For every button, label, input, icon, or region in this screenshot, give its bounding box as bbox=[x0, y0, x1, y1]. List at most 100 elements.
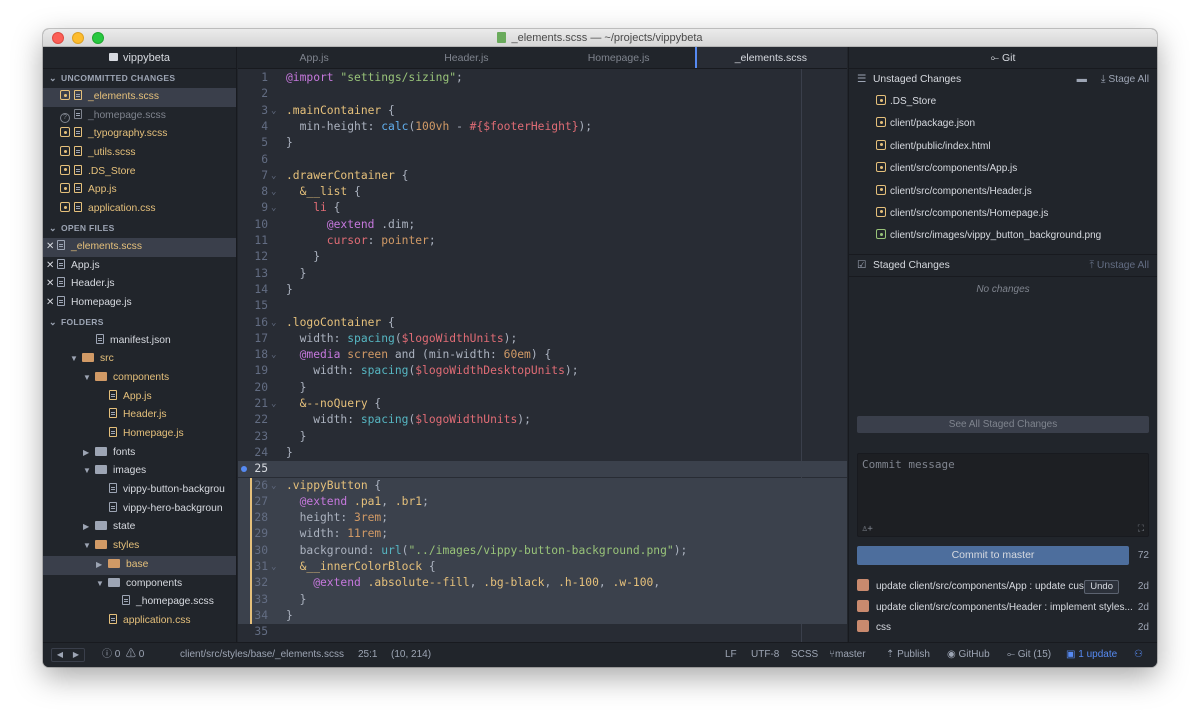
line-ending[interactable]: LF bbox=[725, 643, 737, 667]
see-all-staged-button[interactable]: See All Staged Changes bbox=[857, 416, 1149, 433]
close-icon[interactable]: ✕ bbox=[43, 257, 57, 276]
unstaged-file[interactable]: client/src/components/App.js bbox=[849, 158, 1157, 180]
chevron-down-icon: ▼ bbox=[83, 466, 91, 476]
uncommitted-file[interactable]: _elements.scss bbox=[43, 88, 236, 107]
tree-file[interactable]: manifest.json bbox=[43, 332, 236, 351]
teletype-icon[interactable]: ⚇ bbox=[1134, 643, 1143, 667]
close-icon[interactable]: ✕ bbox=[43, 238, 57, 257]
open-file[interactable]: ✕ _elements.scss bbox=[43, 237, 236, 257]
open-file[interactable]: ✕ Homepage.js bbox=[43, 294, 236, 313]
tree-folder[interactable]: ▼ src bbox=[43, 350, 236, 369]
close-icon[interactable]: ✕ bbox=[43, 294, 57, 313]
tab-homepage-js[interactable]: Homepage.js bbox=[543, 47, 695, 68]
undo-button[interactable]: Undo bbox=[1084, 580, 1119, 594]
code-text: } bbox=[286, 135, 293, 151]
tree-folder[interactable]: ▼ components bbox=[43, 369, 236, 388]
recent-commit[interactable]: update client/src/components/App : updat… bbox=[857, 577, 1149, 597]
unstage-all-button[interactable]: ⤒ Unstage All bbox=[1089, 255, 1149, 277]
commit-time: 2d bbox=[1137, 622, 1149, 633]
file-name: Homepage.js bbox=[71, 296, 132, 308]
zoom-window-button[interactable] bbox=[92, 32, 104, 44]
project-header[interactable]: vippybeta bbox=[43, 47, 236, 69]
recent-commit[interactable]: css 2d bbox=[857, 618, 1149, 638]
fold-chevron-icon[interactable]: ⌄ bbox=[271, 315, 276, 331]
nav-arrows[interactable]: ◀ ▶ bbox=[51, 648, 85, 662]
github-button[interactable]: ◉ GitHub bbox=[947, 643, 990, 667]
item-name: vippy-hero-backgroun bbox=[123, 502, 223, 514]
unstaged-file[interactable]: client/src/components/Header.js bbox=[849, 181, 1157, 203]
commit-message-input[interactable]: Commit message ♙+ ⛶ bbox=[857, 453, 1149, 537]
unstaged-file[interactable]: client/package.json bbox=[849, 113, 1157, 135]
list-icon: ☰ bbox=[857, 74, 867, 85]
unstaged-file[interactable]: client/src/components/Homepage.js bbox=[849, 203, 1157, 225]
tree-folder[interactable]: ▼ styles bbox=[43, 537, 236, 556]
close-icon[interactable]: ✕ bbox=[43, 275, 57, 294]
token: : bbox=[367, 234, 382, 247]
git-icon: ⟜ bbox=[990, 52, 1002, 64]
tab-app-js[interactable]: App.js bbox=[238, 47, 390, 68]
uncommitted-file[interactable]: _utils.scss bbox=[43, 144, 236, 163]
code-editor[interactable]: 1 @import "settings/sizing"; 2 3 ⌄ .mainConta… bbox=[238, 69, 847, 642]
tree-file[interactable]: Homepage.js bbox=[43, 425, 236, 444]
fold-chevron-icon[interactable]: ⌄ bbox=[271, 396, 276, 412]
minimize-window-button[interactable] bbox=[72, 32, 84, 44]
grammar[interactable]: SCSS bbox=[791, 643, 818, 667]
publish-button[interactable]: ⇡ Publish bbox=[886, 643, 930, 667]
tree-file[interactable]: application.css bbox=[43, 612, 236, 631]
token: ; bbox=[422, 494, 429, 508]
tree-folder[interactable]: ▼ images bbox=[43, 462, 236, 481]
open-file[interactable]: ✕ Header.js bbox=[43, 275, 236, 294]
open-file[interactable]: ✕ App.js bbox=[43, 257, 236, 276]
tree-folder[interactable]: ▶ base bbox=[43, 555, 236, 575]
tree-file[interactable]: App.js bbox=[43, 388, 236, 407]
diagnostics[interactable]: ⓘ 0 ⚠ 0 bbox=[102, 643, 144, 667]
branch[interactable]: ⑂master bbox=[829, 643, 866, 667]
fold-chevron-icon[interactable]: ⌄ bbox=[271, 559, 276, 575]
tab--elements-scss[interactable]: _elements.scss bbox=[694, 47, 847, 68]
close-window-button[interactable] bbox=[52, 32, 64, 44]
expand-icon[interactable]: ⛶ bbox=[1138, 524, 1144, 534]
stage-all-button[interactable]: ▬ ⤓ Stage All bbox=[1077, 69, 1149, 91]
encoding[interactable]: UTF-8 bbox=[751, 643, 779, 667]
recent-commit[interactable]: update client/src/components/Header : im… bbox=[857, 598, 1149, 618]
section-folders[interactable]: ⌄ FOLDERS bbox=[43, 313, 236, 332]
uncommitted-file[interactable]: application.css bbox=[43, 200, 236, 219]
section-uncommitted[interactable]: ⌄ UNCOMMITTED CHANGES bbox=[43, 69, 236, 88]
section-open-files[interactable]: ⌄ OPEN FILES bbox=[43, 219, 236, 238]
code-line: 14} bbox=[238, 282, 847, 298]
tree-folder[interactable]: ▼ components bbox=[43, 575, 236, 594]
forward-icon[interactable]: ▶ bbox=[68, 649, 84, 661]
back-icon[interactable]: ◀ bbox=[52, 649, 68, 661]
tree-folder[interactable]: ▶ fonts bbox=[43, 444, 236, 463]
uncommitted-file[interactable]: .DS_Store bbox=[43, 163, 236, 182]
fold-chevron-icon[interactable]: ⌄ bbox=[271, 478, 276, 494]
commit-button[interactable]: Commit to master bbox=[857, 546, 1129, 565]
uncommitted-file[interactable]: App.js bbox=[43, 181, 236, 200]
fold-chevron-icon[interactable]: ⌄ bbox=[271, 168, 276, 184]
uncommitted-file[interactable]: _typography.scss bbox=[43, 125, 236, 144]
code-line: 20 } bbox=[238, 380, 847, 396]
tree-file[interactable]: Header.js bbox=[43, 406, 236, 425]
tree-folder[interactable]: ▶ state bbox=[43, 518, 236, 537]
file-path[interactable]: client/src/styles/base/_elements.scss bbox=[180, 643, 344, 667]
unstaged-file[interactable]: client/public/index.html bbox=[849, 136, 1157, 158]
token: .drawerContainer bbox=[286, 168, 395, 182]
tree-file[interactable]: vippy-button-backgrou bbox=[43, 481, 236, 500]
tree-file[interactable]: vippy-hero-backgroun bbox=[43, 500, 236, 519]
tree-file[interactable]: _homepage.scss bbox=[43, 593, 236, 612]
cursor-position[interactable]: 25:1 bbox=[358, 643, 377, 667]
fold-chevron-icon[interactable]: ⌄ bbox=[271, 184, 276, 200]
unstaged-file[interactable]: .DS_Store bbox=[849, 91, 1157, 113]
fold-chevron-icon[interactable]: ⌄ bbox=[271, 347, 276, 363]
update-button[interactable]: ▣ 1 update bbox=[1066, 643, 1117, 667]
fold-chevron-icon[interactable]: ⌄ bbox=[271, 103, 276, 119]
git-button[interactable]: ⟜ Git (15) bbox=[1007, 643, 1051, 667]
uncommitted-file[interactable]: ? _homepage.scss bbox=[43, 107, 236, 126]
line-number: 17 bbox=[254, 331, 268, 345]
unstaged-file[interactable]: client/src/images/vippy_button_backgroun… bbox=[849, 225, 1157, 247]
co-author-icon[interactable]: ♙+ bbox=[862, 524, 873, 534]
fold-chevron-icon[interactable]: ⌄ bbox=[271, 200, 276, 216]
token: ; bbox=[456, 71, 463, 84]
tab-header-js[interactable]: Header.js bbox=[390, 47, 542, 68]
file-icon bbox=[109, 427, 117, 437]
